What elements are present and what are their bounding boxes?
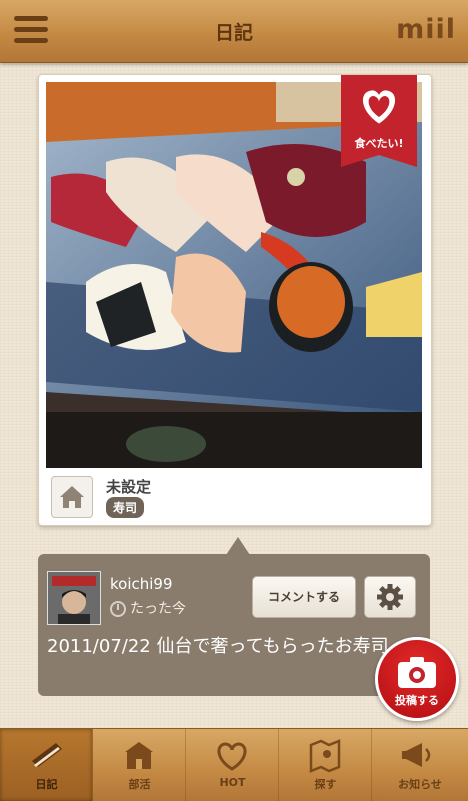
gear-icon xyxy=(377,584,403,610)
post-time: たった今 xyxy=(110,598,186,618)
place-row: 未設定 寿司 xyxy=(46,470,422,520)
nav-label-diary: 日記 xyxy=(35,778,58,791)
category-tag[interactable]: 寿司 xyxy=(106,497,145,518)
app-header: 日記 miil xyxy=(0,0,468,63)
diary-icon xyxy=(32,743,62,767)
hot-heart-icon xyxy=(217,742,247,771)
nav-label-club: 部活 xyxy=(128,778,151,791)
nav-label-search: 探す xyxy=(314,778,337,791)
place-name[interactable]: 未設定 xyxy=(106,476,151,497)
nav-item-diary[interactable]: 日記 xyxy=(0,729,93,801)
bubble-arrow xyxy=(226,537,250,555)
nav-item-notifications[interactable]: お知らせ xyxy=(372,729,468,801)
post-time-text: たった今 xyxy=(130,601,186,617)
post-info-bubble: koichi99 たった今 コメントする 2011/07/22 仙台で奢ってもら… xyxy=(38,554,430,696)
clock-icon xyxy=(110,601,126,617)
club-icon xyxy=(125,742,153,769)
nav-item-search[interactable]: 探す xyxy=(279,729,372,801)
settings-button[interactable] xyxy=(364,576,416,618)
post-text: 2011/07/22 仙台で奢ってもらったお寿司。 xyxy=(47,636,407,657)
nav-item-club[interactable]: 部活 xyxy=(93,729,186,801)
comment-button[interactable]: コメントする xyxy=(252,576,356,618)
map-pin-icon xyxy=(309,739,341,773)
megaphone-icon xyxy=(402,743,431,767)
brand-logo: miil xyxy=(396,14,456,45)
nav-label-hot: HOT xyxy=(219,776,246,789)
nav-item-hot[interactable]: HOT xyxy=(186,729,279,801)
post-button-label: 投稿する xyxy=(395,694,439,707)
avatar[interactable] xyxy=(47,571,101,625)
bottom-nav: 日記 部活 HOT 探す お知らせ xyxy=(0,728,468,801)
photo-card: 食べたい! 未設定 寿司 xyxy=(38,74,432,526)
want-to-eat-button[interactable]: 食べたい! xyxy=(341,75,417,167)
post-button[interactable]: 投稿する xyxy=(375,637,459,721)
nav-label-notifications: お知らせ xyxy=(398,778,442,791)
want-to-eat-label: 食べたい! xyxy=(354,137,404,150)
username[interactable]: koichi99 xyxy=(110,575,173,593)
home-icon[interactable] xyxy=(51,476,93,518)
